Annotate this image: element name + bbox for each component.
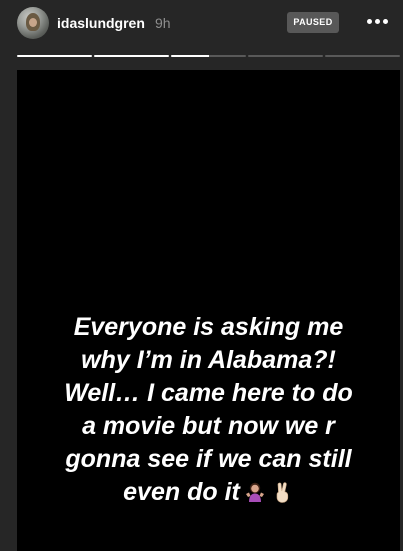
story-content[interactable]: Everyone is asking me why I’m in Alabama… [17, 70, 400, 551]
story-progress [17, 55, 400, 58]
dot-2 [375, 19, 380, 24]
dot-3 [383, 19, 388, 24]
progress-segment [248, 55, 323, 57]
progress-segment [94, 55, 169, 57]
story-time: 9h [155, 15, 171, 31]
paused-badge: PAUSED [287, 12, 339, 33]
username-link[interactable]: idaslundgren [57, 14, 145, 32]
avatar-face [29, 18, 37, 27]
progress-segment [171, 55, 246, 57]
dot-1 [367, 19, 372, 24]
avatar[interactable] [17, 7, 49, 39]
victory-hand-icon [276, 482, 288, 503]
progress-segment [325, 55, 400, 57]
story-caption: Everyone is asking me why I’m in Alabama… [17, 311, 400, 509]
more-options-icon[interactable] [366, 18, 390, 26]
emoji-row [240, 476, 294, 509]
person-shrugging-icon [245, 482, 264, 502]
progress-segment [17, 55, 92, 57]
caption-text: Everyone is asking me why I’m in Alabama… [64, 313, 353, 506]
story-header: idaslundgren 9h PAUSED [0, 0, 403, 46]
